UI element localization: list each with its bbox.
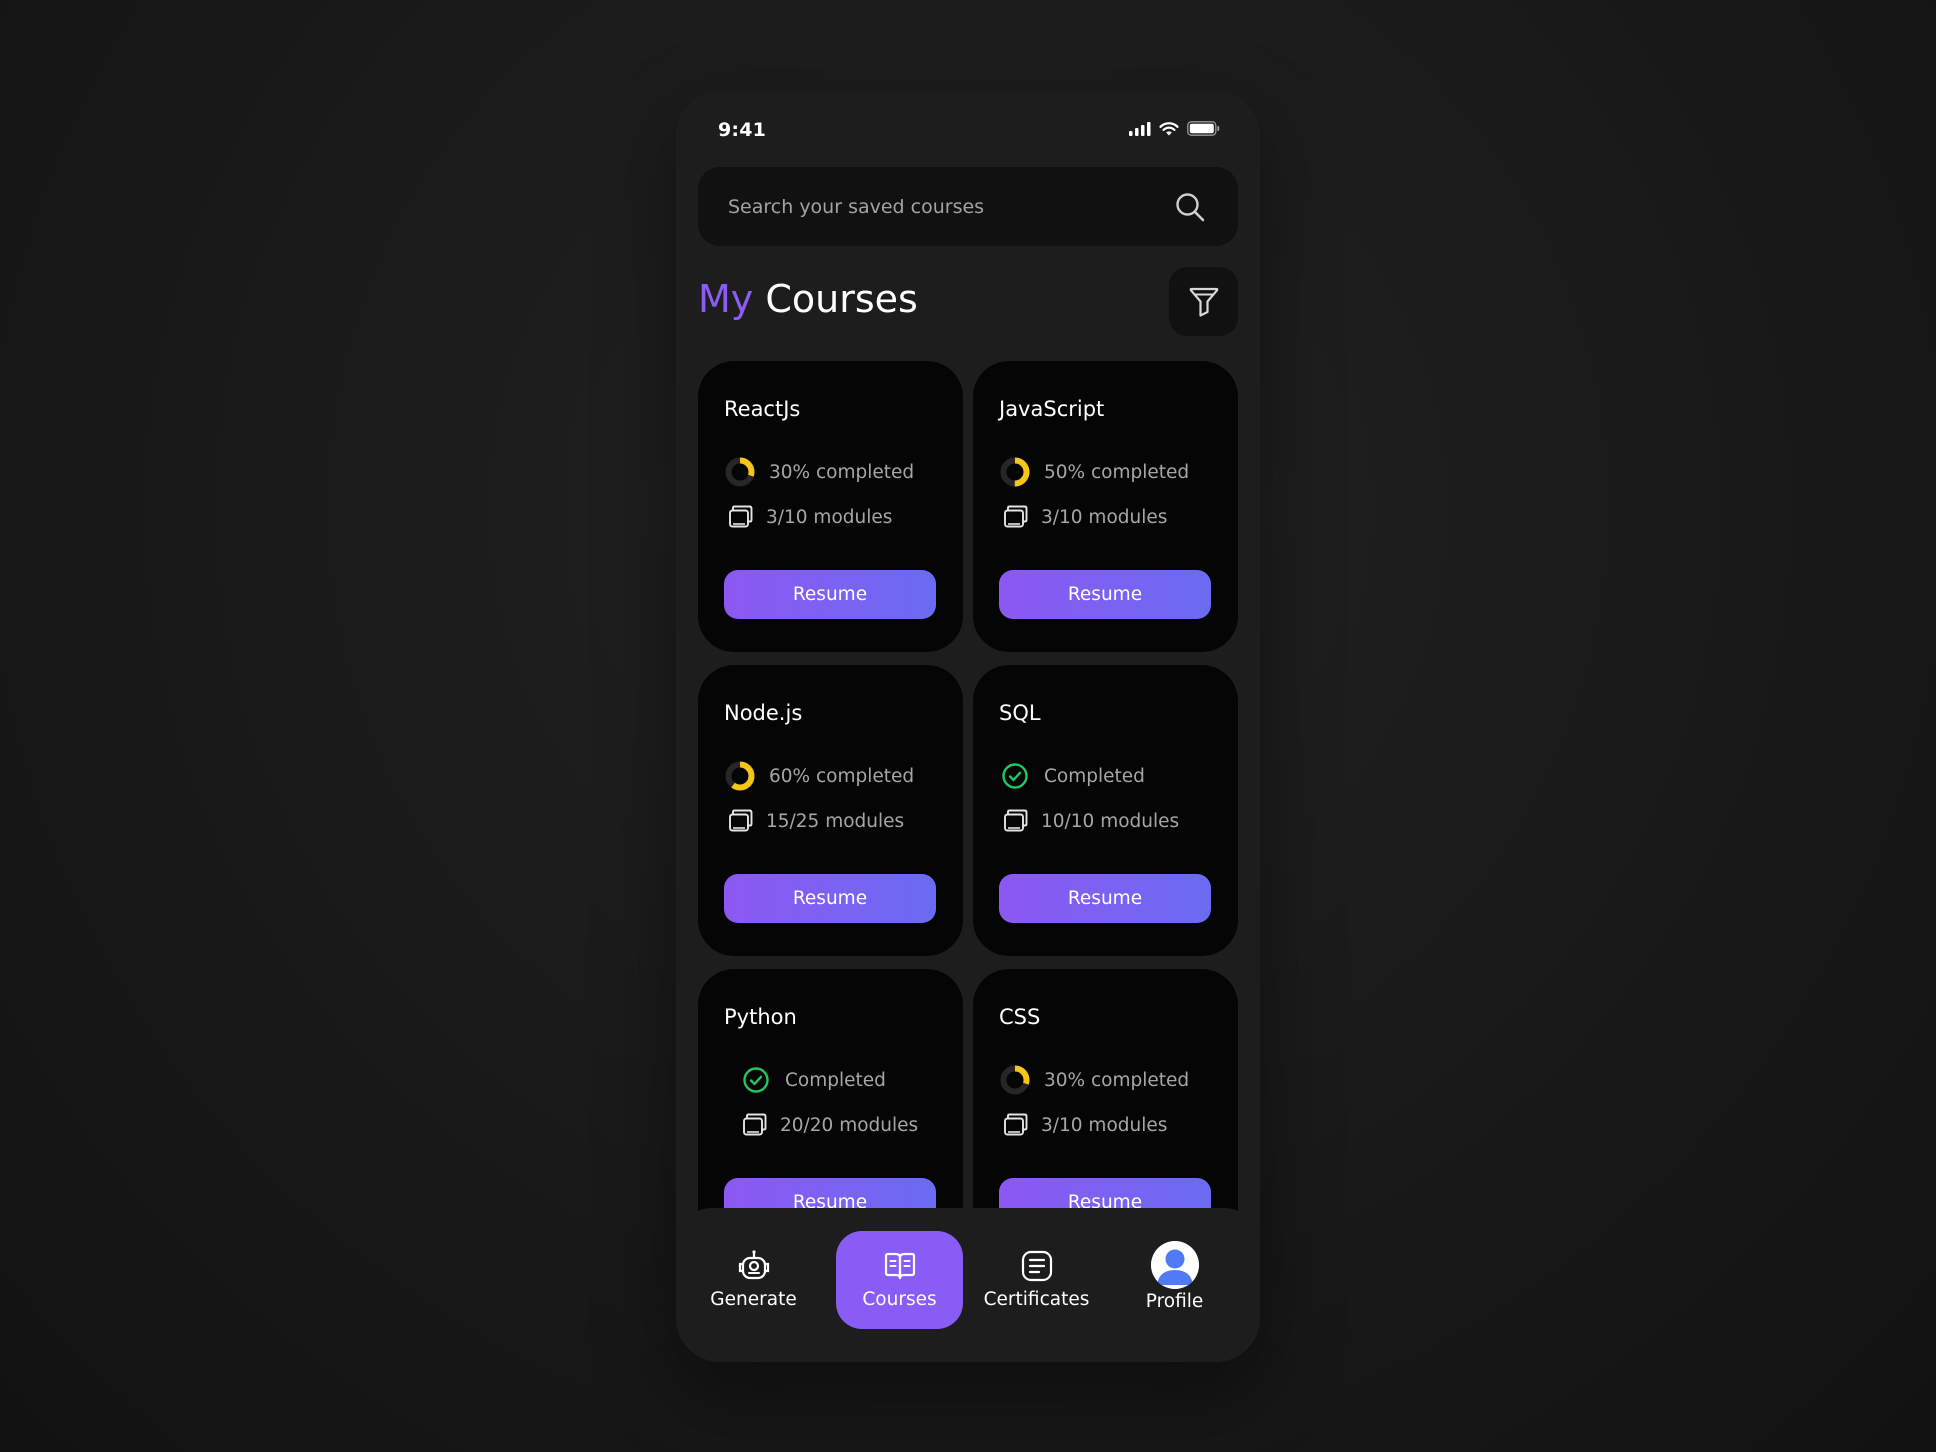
- course-grid: ReactJs 30% completed 3/10 modules Resume Ja…: [698, 361, 1238, 1260]
- modules-icon: [1004, 809, 1028, 832]
- resume-button[interactable]: Resume: [999, 570, 1211, 619]
- nav-item-generate[interactable]: Generate: [690, 1231, 817, 1329]
- progress-row: Completed: [999, 760, 1145, 792]
- course-card-javascript[interactable]: JavaScript 50% completed 3/10 modules Resum…: [973, 361, 1238, 652]
- progress-row: Completed: [740, 1064, 886, 1096]
- title-row: My Courses: [698, 267, 1238, 337]
- check-circle-icon: [743, 1067, 769, 1093]
- filter-button[interactable]: [1169, 267, 1238, 336]
- modules-icon: [743, 1113, 767, 1136]
- phone-screen: 9:41 Search your saved courses My Course…: [676, 91, 1260, 1362]
- certificate-icon: [1020, 1249, 1054, 1283]
- modules-row: 15/25 modules: [728, 808, 904, 834]
- search-icon[interactable]: [1174, 191, 1206, 223]
- status-bar: 9:41: [676, 91, 1260, 167]
- wifi-icon: [1159, 121, 1179, 135]
- progress-text: 50% completed: [1044, 461, 1190, 483]
- progress-text: 30% completed: [769, 461, 915, 483]
- modules-row: 3/10 modules: [1003, 504, 1167, 530]
- progress-row: 30% completed: [724, 456, 914, 488]
- course-title: JavaScript: [999, 397, 1105, 421]
- book-open-icon: [883, 1249, 917, 1283]
- modules-row: 10/10 modules: [1003, 808, 1179, 834]
- course-title: SQL: [999, 701, 1041, 725]
- modules-icon: [1004, 1113, 1028, 1136]
- page-title-accent: My: [698, 277, 754, 321]
- nav-label-courses: Courses: [862, 1289, 937, 1310]
- course-title: Node.js: [724, 701, 803, 725]
- modules-text: 3/10 modules: [1041, 506, 1168, 528]
- course-card-node-js[interactable]: Node.js 60% completed 15/25 modules Resume: [698, 665, 963, 956]
- filter-icon: [1189, 287, 1218, 317]
- resume-button[interactable]: Resume: [724, 570, 936, 619]
- course-card-reactjs[interactable]: ReactJs 30% completed 3/10 modules Resume: [698, 361, 963, 652]
- nav-item-certificates[interactable]: Certificates: [973, 1231, 1100, 1329]
- progress-text: 60% completed: [769, 765, 915, 787]
- nav-label-certificates: Certificates: [983, 1289, 1090, 1310]
- course-card-sql[interactable]: SQL Completed 10/10 modules Resume: [973, 665, 1238, 956]
- modules-row: 3/10 modules: [728, 504, 892, 530]
- modules-row: 20/20 modules: [742, 1112, 918, 1138]
- modules-text: 10/10 modules: [1041, 810, 1180, 832]
- nav-label-generate: Generate: [710, 1289, 797, 1310]
- progress-ring-icon: [725, 457, 755, 487]
- nav-item-courses[interactable]: Courses: [836, 1231, 963, 1329]
- signal-icon: [1129, 121, 1151, 136]
- progress-row: 60% completed: [724, 760, 914, 792]
- modules-row: 3/10 modules: [1003, 1112, 1167, 1138]
- modules-text: 3/10 modules: [766, 506, 893, 528]
- progress-text: Completed: [785, 1069, 886, 1091]
- progress-row: 50% completed: [999, 456, 1189, 488]
- modules-text: 20/20 modules: [780, 1114, 919, 1136]
- progress-ring-icon: [1000, 1065, 1030, 1095]
- course-title: Python: [724, 1005, 797, 1029]
- progress-text: 30% completed: [1044, 1069, 1190, 1091]
- resume-button[interactable]: Resume: [724, 874, 936, 923]
- nav-item-profile[interactable]: Profile: [1111, 1231, 1238, 1329]
- page-title: My Courses: [698, 277, 918, 321]
- modules-icon: [729, 505, 753, 528]
- avatar: [1150, 1241, 1199, 1289]
- bottom-nav: Generate Courses Certificates Profile: [676, 1208, 1260, 1362]
- course-title: CSS: [999, 1005, 1041, 1029]
- modules-text: 15/25 modules: [766, 810, 905, 832]
- search-bar: [698, 167, 1238, 246]
- progress-ring-icon: [725, 761, 755, 791]
- progress-text: Completed: [1044, 765, 1145, 787]
- robot-icon: [737, 1249, 771, 1283]
- nav-label-profile: Profile: [1145, 1291, 1204, 1312]
- status-icons: [1129, 121, 1220, 136]
- resume-button[interactable]: Resume: [999, 874, 1211, 923]
- check-circle-icon: [1002, 763, 1028, 789]
- search-input[interactable]: [728, 167, 1148, 246]
- modules-icon: [729, 809, 753, 832]
- modules-icon: [1004, 505, 1028, 528]
- progress-row: 30% completed: [999, 1064, 1189, 1096]
- page-title-rest: Courses: [765, 277, 918, 321]
- course-title: ReactJs: [724, 397, 801, 421]
- battery-icon: [1187, 121, 1220, 136]
- modules-text: 3/10 modules: [1041, 1114, 1168, 1136]
- progress-ring-icon: [1000, 457, 1030, 487]
- status-time: 9:41: [718, 119, 767, 141]
